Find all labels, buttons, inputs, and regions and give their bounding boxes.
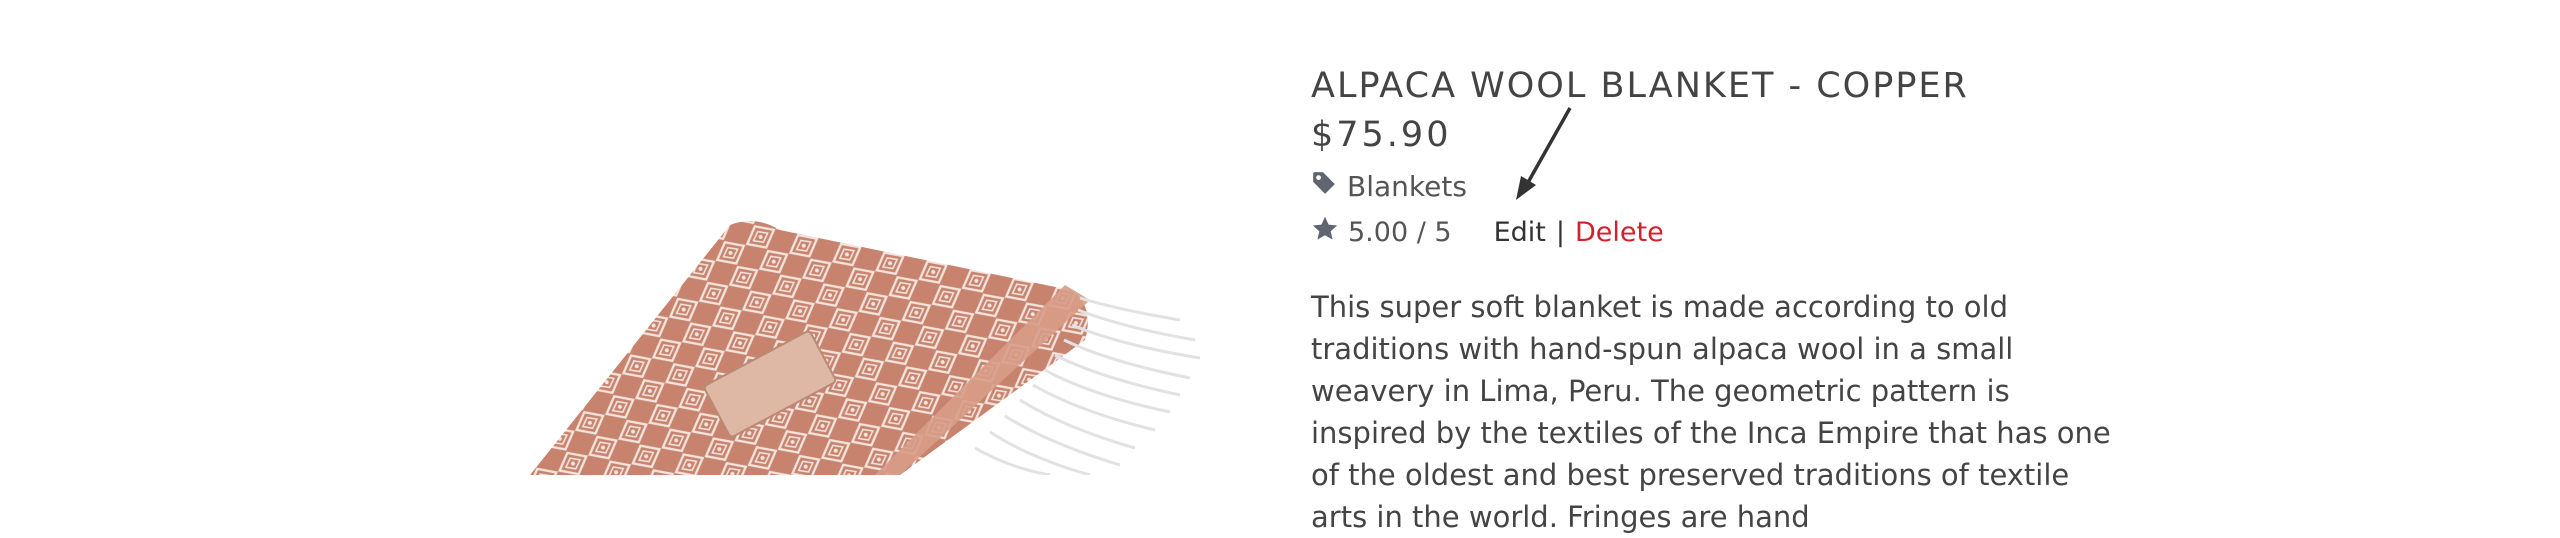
product-description: This super soft blanket is made accordin… — [1311, 290, 2111, 534]
annotation-arrow — [1516, 107, 1572, 200]
edit-link[interactable]: Edit — [1494, 217, 1546, 248]
rating-value: 5.00 / 5 — [1348, 216, 1452, 248]
tag-icon — [1311, 170, 1337, 203]
product-category[interactable]: Blankets — [1311, 168, 1467, 204]
action-separator: | — [1555, 216, 1565, 248]
product-price: $75.90 — [1311, 115, 1452, 155]
product-image — [480, 180, 1240, 475]
star-icon — [1311, 215, 1339, 250]
product-meta-row: 5.00 / 5 Edit | Delete — [1311, 214, 1664, 250]
delete-link[interactable]: Delete — [1575, 217, 1664, 248]
product-title: ALPACA WOOL BLANKET - COPPER — [1311, 66, 1969, 106]
product-rating: 5.00 / 5 — [1311, 215, 1452, 250]
category-label[interactable]: Blankets — [1347, 170, 1467, 203]
